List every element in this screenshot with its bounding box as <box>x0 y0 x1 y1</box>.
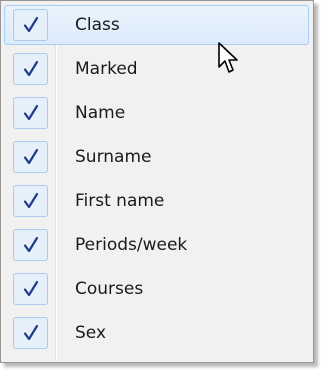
checkbox[interactable] <box>13 273 48 305</box>
menu-item-first-name[interactable]: First name <box>4 181 309 221</box>
checkbox[interactable] <box>13 229 48 261</box>
check-icon <box>23 192 39 209</box>
menu-item-label: Sex <box>75 323 107 343</box>
menu-item-label: Class <box>75 15 120 35</box>
menu-item-label: Surname <box>75 147 152 167</box>
mouse-pointer-icon <box>218 42 238 73</box>
checkbox[interactable] <box>13 97 48 129</box>
checkbox[interactable] <box>13 141 48 173</box>
menu-item-class[interactable]: Class <box>4 5 309 45</box>
column-visibility-menu: Class Marked Name Surname First name Per… <box>0 0 314 363</box>
check-icon <box>23 104 39 121</box>
menu-item-surname[interactable]: Surname <box>4 137 309 177</box>
menu-item-label: Courses <box>75 279 144 299</box>
check-icon <box>23 280 39 297</box>
check-icon <box>23 236 39 253</box>
menu-item-marked[interactable]: Marked <box>4 49 309 89</box>
check-icon <box>23 148 39 165</box>
checkbox[interactable] <box>13 317 48 349</box>
check-icon <box>23 16 39 33</box>
menu-item-label: Marked <box>75 59 138 79</box>
menu-item-periods-week[interactable]: Periods/week <box>4 225 309 265</box>
check-icon <box>23 324 39 341</box>
checkbox[interactable] <box>13 9 48 41</box>
checkbox[interactable] <box>13 53 48 85</box>
menu-item-label: First name <box>75 191 165 211</box>
menu-item-courses[interactable]: Courses <box>4 269 309 309</box>
checkbox[interactable] <box>13 185 48 217</box>
menu-item-label: Periods/week <box>75 235 188 255</box>
menu-item-name[interactable]: Name <box>4 93 309 133</box>
menu-item-label: Name <box>75 103 126 123</box>
check-icon <box>23 60 39 77</box>
menu-item-sex[interactable]: Sex <box>4 313 309 353</box>
